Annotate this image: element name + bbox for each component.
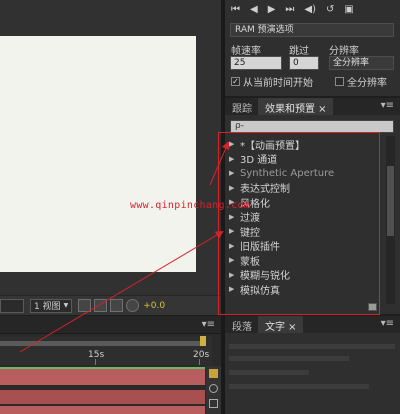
layer-lock-icon[interactable] bbox=[209, 369, 218, 378]
work-area-bar[interactable] bbox=[0, 341, 205, 346]
resolution-select[interactable]: 全分辨率 bbox=[329, 56, 394, 70]
scrollbar-thumb[interactable] bbox=[387, 166, 394, 236]
region-of-interest-icon[interactable] bbox=[94, 299, 108, 312]
panel-menu-icon[interactable]: ▾≡ bbox=[381, 316, 400, 333]
zoom-dropdown[interactable] bbox=[0, 298, 24, 313]
ruler-tick bbox=[95, 359, 96, 365]
tab-character[interactable]: 文字 × bbox=[258, 316, 303, 333]
exposure-value[interactable]: +0.0 bbox=[143, 301, 165, 311]
tab-tracker[interactable]: 跟踪 bbox=[225, 98, 258, 115]
timeline-panel: ▾≡ 15s 20s bbox=[0, 316, 221, 414]
composition-viewer bbox=[0, 0, 221, 295]
layer-bar[interactable] bbox=[0, 406, 205, 414]
watermark-text: www.qinpinchang.com bbox=[130, 200, 251, 211]
layer-shy-icon[interactable] bbox=[209, 399, 218, 408]
first-frame-icon[interactable]: ⏮ bbox=[231, 4, 240, 15]
view-count-label: 1 视图 bbox=[34, 302, 61, 312]
from-current-time-option[interactable]: ✓ 从当前时间开始 bbox=[231, 74, 313, 89]
frame-rate-input[interactable]: 25 bbox=[230, 56, 282, 70]
last-frame-icon[interactable]: ⏭ bbox=[285, 4, 294, 15]
layer-bar[interactable] bbox=[0, 369, 205, 385]
play-icon[interactable]: ▶ bbox=[268, 4, 276, 15]
checkbox-unchecked-icon[interactable] bbox=[335, 77, 344, 86]
effects-scrollbar[interactable] bbox=[386, 136, 395, 304]
view-layout-dropdown[interactable]: 1 视图 ▼ bbox=[30, 298, 73, 313]
timeline-header: ▾≡ bbox=[0, 316, 221, 334]
panel-menu-icon[interactable]: ▾≡ bbox=[202, 319, 215, 330]
composition-toolbar: 1 视图 ▼ +0.0 bbox=[0, 295, 221, 315]
ram-preview-options-select[interactable]: RAM 预演选项 bbox=[230, 23, 394, 37]
resolution-label: 分辨率 bbox=[329, 46, 359, 57]
full-screen-option[interactable]: 全分辨率 bbox=[335, 74, 387, 89]
grid-toggle-icon[interactable] bbox=[78, 299, 92, 312]
exposure-reset-icon[interactable] bbox=[126, 299, 140, 312]
panel-menu-icon[interactable]: ▾≡ bbox=[381, 98, 400, 115]
from-current-time-label: 从当前时间开始 bbox=[243, 78, 313, 89]
text-panel-tabs: 段落 文字 × ▾≡ bbox=[225, 316, 400, 333]
skip-input[interactable]: 0 bbox=[289, 56, 319, 70]
chevron-down-icon: ▼ bbox=[63, 302, 69, 309]
tab-effects-presets[interactable]: 效果和预置 × bbox=[258, 98, 333, 115]
ram-preview-icon[interactable]: ▣ bbox=[344, 4, 353, 15]
ruler-label-15s: 15s bbox=[88, 350, 105, 360]
layer-solo-icon[interactable] bbox=[209, 384, 218, 393]
tab-paragraph[interactable]: 段落 bbox=[225, 316, 258, 333]
loop-icon[interactable]: ↺ bbox=[326, 4, 334, 15]
playback-controls: ⏮ ◀ ▶ ⏭ ◀) ↺ ▣ bbox=[225, 0, 400, 18]
preview-panel: ⏮ ◀ ▶ ⏭ ◀) ↺ ▣ RAM 预演选项 帧速率 跳过 分辨率 25 0 … bbox=[225, 0, 400, 96]
transparency-grid-icon[interactable] bbox=[110, 299, 124, 312]
ruler-tick bbox=[199, 359, 200, 365]
layer-bar[interactable] bbox=[0, 390, 205, 404]
previous-frame-icon[interactable]: ◀ bbox=[250, 4, 258, 15]
text-panel: 段落 文字 × ▾≡ bbox=[225, 316, 400, 414]
checkbox-checked-icon[interactable]: ✓ bbox=[231, 77, 240, 86]
annotation-highlight-box bbox=[218, 132, 380, 315]
timeline-side-controls bbox=[206, 366, 221, 414]
composition-canvas[interactable] bbox=[0, 36, 196, 272]
audio-icon[interactable]: ◀) bbox=[304, 4, 316, 15]
frame-rate-label: 帧速率 bbox=[231, 46, 261, 57]
full-screen-label: 全分辨率 bbox=[347, 78, 387, 89]
font-family-field[interactable] bbox=[229, 344, 395, 349]
skip-label: 跳过 bbox=[289, 46, 309, 57]
font-style-field[interactable] bbox=[229, 356, 349, 361]
ruler-label-20s: 20s bbox=[193, 350, 210, 360]
effects-panel-tabs: 跟踪 效果和预置 × ▾≡ bbox=[225, 98, 400, 115]
tracking-field[interactable] bbox=[229, 384, 369, 389]
work-area-end-handle[interactable] bbox=[200, 336, 206, 346]
font-size-field[interactable] bbox=[229, 370, 309, 375]
